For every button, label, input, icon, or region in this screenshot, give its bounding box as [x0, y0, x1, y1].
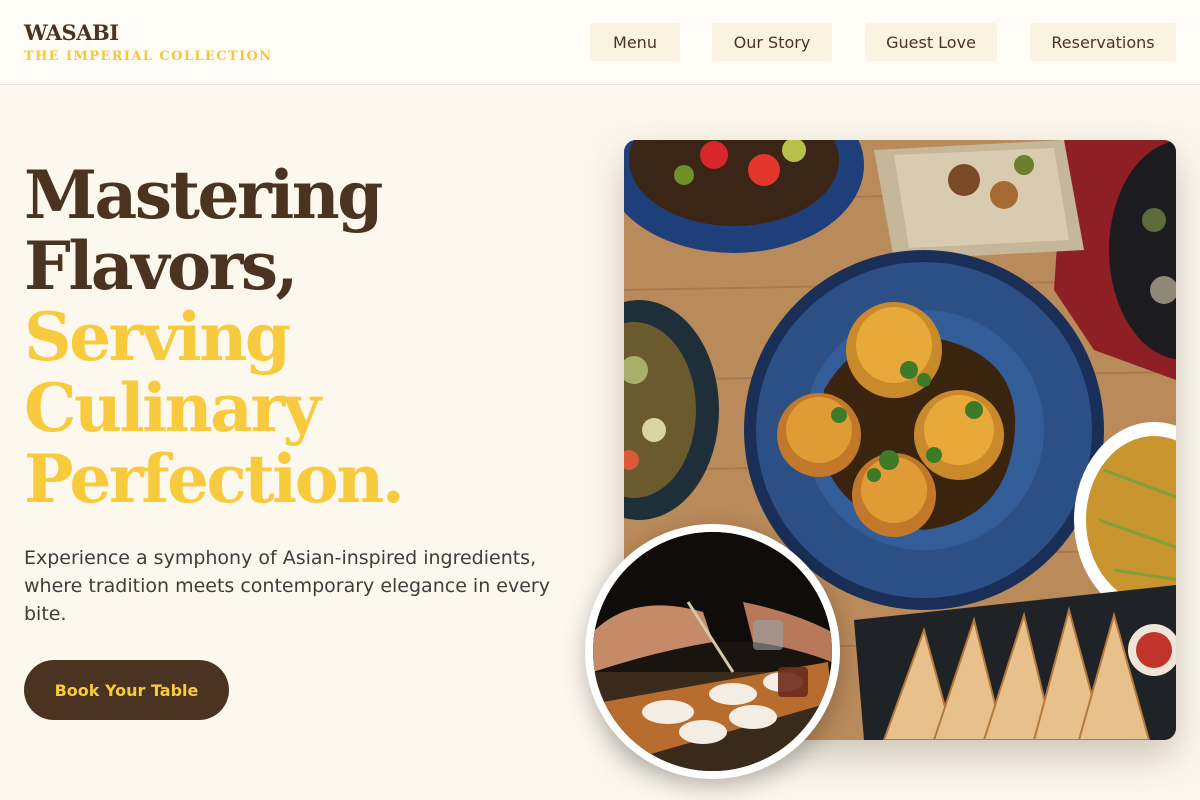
- hero-headline: Mastering Flavors, Serving Culinary Perf…: [24, 156, 405, 518]
- nav-our-story-button[interactable]: Our Story: [712, 23, 832, 61]
- headline-line: Mastering: [24, 156, 383, 234]
- chef-inset-photo-frame: [593, 532, 832, 771]
- brand-logo[interactable]: WASABI: [24, 20, 119, 45]
- headline-line: Flavors,: [24, 227, 298, 305]
- headline-line-accent: Serving: [24, 298, 291, 376]
- headline-line-accent: Culinary: [24, 369, 321, 447]
- nav-reservations-button[interactable]: Reservations: [1030, 23, 1176, 61]
- hero-intro-text: Experience a symphony of Asian-inspired …: [24, 547, 550, 625]
- brand-tagline: THE IMPERIAL COLLECTION: [24, 49, 273, 64]
- nav-guest-love-button[interactable]: Guest Love: [865, 23, 997, 61]
- site-header: WASABI THE IMPERIAL COLLECTION Menu Our …: [0, 0, 1200, 85]
- book-table-button[interactable]: Book Your Table: [24, 660, 229, 720]
- nav-menu-button[interactable]: Menu: [590, 23, 680, 61]
- chef-inset-photo: [585, 524, 840, 779]
- headline-line-accent: Perfection.: [24, 440, 405, 518]
